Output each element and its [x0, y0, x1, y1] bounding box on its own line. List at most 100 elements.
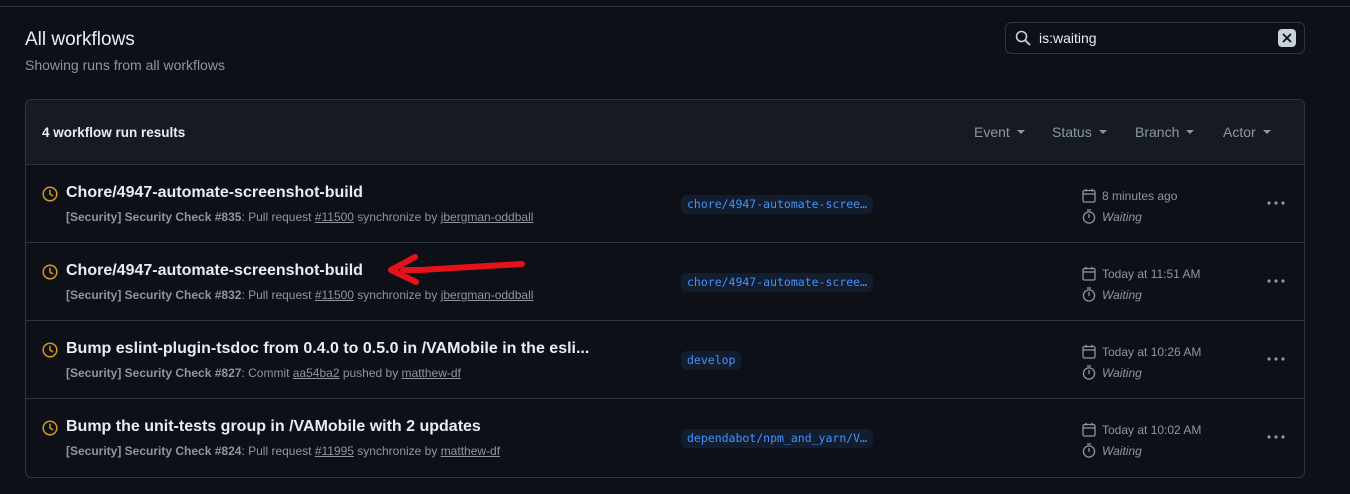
kebab-horizontal-icon: [1267, 279, 1285, 283]
runs-list: Chore/4947-automate-screenshot-build [Se…: [26, 165, 1304, 477]
workflow-run-row[interactable]: Bump the unit-tests group in /VAMobile w…: [26, 399, 1304, 477]
trigger-text: : Pull request: [241, 444, 315, 458]
run-number: #827: [214, 366, 242, 380]
filter-status[interactable]: Status: [1052, 124, 1107, 140]
run-number: #835: [214, 210, 242, 224]
run-time: Today at 10:26 AM: [1082, 344, 1201, 359]
filter-event[interactable]: Event: [974, 124, 1025, 140]
panel-header: 4 workflow run results Event Status Bran…: [26, 100, 1304, 165]
waiting-status-icon: [42, 420, 58, 436]
caret-down-icon: [1098, 130, 1107, 134]
stopwatch-icon: [1082, 365, 1096, 380]
trigger-text: : Pull request: [241, 288, 315, 302]
run-time: Today at 11:51 AM: [1082, 266, 1201, 281]
run-status: Waiting: [1082, 365, 1142, 380]
workflow-name: [Security] Security Check: [66, 288, 212, 302]
run-time-text: 8 minutes ago: [1102, 188, 1178, 203]
run-time-text: Today at 10:26 AM: [1102, 344, 1202, 359]
workflow-name: [Security] Security Check: [66, 366, 212, 380]
run-status-text: Waiting: [1102, 209, 1142, 224]
ref-link[interactable]: #11500: [315, 210, 354, 224]
run-meta: [Security] Security Check #827: Commit a…: [66, 366, 461, 380]
branch-label[interactable]: develop: [681, 351, 742, 370]
run-number: #832: [214, 288, 242, 302]
run-title-link[interactable]: Chore/4947-automate-screenshot-build: [66, 262, 363, 280]
calendar-icon: [1082, 344, 1096, 359]
run-status: Waiting: [1082, 209, 1142, 224]
filter-label: Branch: [1135, 124, 1180, 140]
branch-label[interactable]: dependabot/npm_and_yarn/V…: [681, 429, 874, 448]
more-options-button[interactable]: [1266, 269, 1286, 293]
stopwatch-icon: [1082, 443, 1096, 458]
close-icon: [1282, 33, 1292, 43]
page-subtitle: Showing runs from all workflows: [25, 57, 225, 73]
filter-label: Status: [1052, 124, 1092, 140]
kebab-horizontal-icon: [1267, 357, 1285, 361]
ref-link[interactable]: #11995: [315, 444, 354, 458]
filter-label: Event: [974, 124, 1010, 140]
trigger-text: : Commit: [241, 366, 293, 380]
ref-link[interactable]: aa54ba2: [293, 366, 340, 380]
run-title-link[interactable]: Bump the unit-tests group in /VAMobile w…: [66, 418, 481, 436]
workflow-name: [Security] Security Check: [66, 444, 212, 458]
run-time-text: Today at 11:51 AM: [1102, 266, 1201, 281]
search-icon: [1015, 30, 1031, 46]
branch-label[interactable]: chore/4947-automate-scree…: [681, 273, 874, 292]
more-options-button[interactable]: [1266, 347, 1286, 371]
actor-link[interactable]: matthew-df: [441, 444, 500, 458]
search-input[interactable]: [1039, 23, 1278, 53]
workflow-runs-panel: 4 workflow run results Event Status Bran…: [25, 99, 1305, 478]
search-box[interactable]: [1005, 22, 1305, 54]
run-time-text: Today at 10:02 AM: [1102, 422, 1202, 437]
run-status-text: Waiting: [1102, 287, 1142, 302]
filter-actor[interactable]: Actor: [1223, 124, 1271, 140]
trigger-text: pushed by: [339, 366, 402, 380]
clear-search-button[interactable]: [1278, 29, 1296, 47]
trigger-text: synchronize by: [353, 444, 441, 458]
actor-link[interactable]: jbergman-oddball: [441, 210, 534, 224]
workflow-name: [Security] Security Check: [66, 210, 212, 224]
stopwatch-icon: [1082, 287, 1096, 302]
actor-link[interactable]: jbergman-oddball: [441, 288, 534, 302]
run-status-text: Waiting: [1102, 365, 1142, 380]
trigger-text: synchronize by: [353, 210, 441, 224]
run-meta: [Security] Security Check #835: Pull req…: [66, 210, 533, 224]
run-title-link[interactable]: Chore/4947-automate-screenshot-build: [66, 184, 363, 202]
workflow-run-row[interactable]: Bump eslint-plugin-tsdoc from 0.4.0 to 0…: [26, 321, 1304, 399]
filter-label: Actor: [1223, 124, 1256, 140]
workflow-run-row[interactable]: Chore/4947-automate-screenshot-build [Se…: [26, 243, 1304, 321]
caret-down-icon: [1262, 130, 1271, 134]
run-meta: [Security] Security Check #832: Pull req…: [66, 288, 533, 302]
calendar-icon: [1082, 422, 1096, 437]
caret-down-icon: [1186, 130, 1195, 134]
ref-link[interactable]: #11500: [315, 288, 354, 302]
run-status: Waiting: [1082, 443, 1142, 458]
more-options-button[interactable]: [1266, 191, 1286, 215]
caret-down-icon: [1016, 130, 1025, 134]
top-divider: [0, 6, 1350, 7]
waiting-status-icon: [42, 186, 58, 202]
run-time: 8 minutes ago: [1082, 188, 1177, 203]
run-time: Today at 10:02 AM: [1082, 422, 1201, 437]
trigger-text: synchronize by: [353, 288, 441, 302]
waiting-status-icon: [42, 342, 58, 358]
run-number: #824: [214, 444, 242, 458]
filter-branch[interactable]: Branch: [1135, 124, 1195, 140]
waiting-status-icon: [42, 264, 58, 280]
stopwatch-icon: [1082, 209, 1096, 224]
workflow-run-row[interactable]: Chore/4947-automate-screenshot-build [Se…: [26, 165, 1304, 243]
calendar-icon: [1082, 266, 1096, 281]
branch-label[interactable]: chore/4947-automate-scree…: [681, 195, 874, 214]
kebab-horizontal-icon: [1267, 201, 1285, 205]
page-title: All workflows: [25, 29, 135, 50]
actor-link[interactable]: matthew-df: [402, 366, 461, 380]
run-status-text: Waiting: [1102, 443, 1142, 458]
kebab-horizontal-icon: [1267, 435, 1285, 439]
results-count: 4 workflow run results: [42, 124, 186, 140]
run-meta: [Security] Security Check #824: Pull req…: [66, 444, 500, 458]
calendar-icon: [1082, 188, 1096, 203]
trigger-text: : Pull request: [241, 210, 315, 224]
run-status: Waiting: [1082, 287, 1142, 302]
run-title-link[interactable]: Bump eslint-plugin-tsdoc from 0.4.0 to 0…: [66, 340, 589, 358]
more-options-button[interactable]: [1266, 425, 1286, 449]
